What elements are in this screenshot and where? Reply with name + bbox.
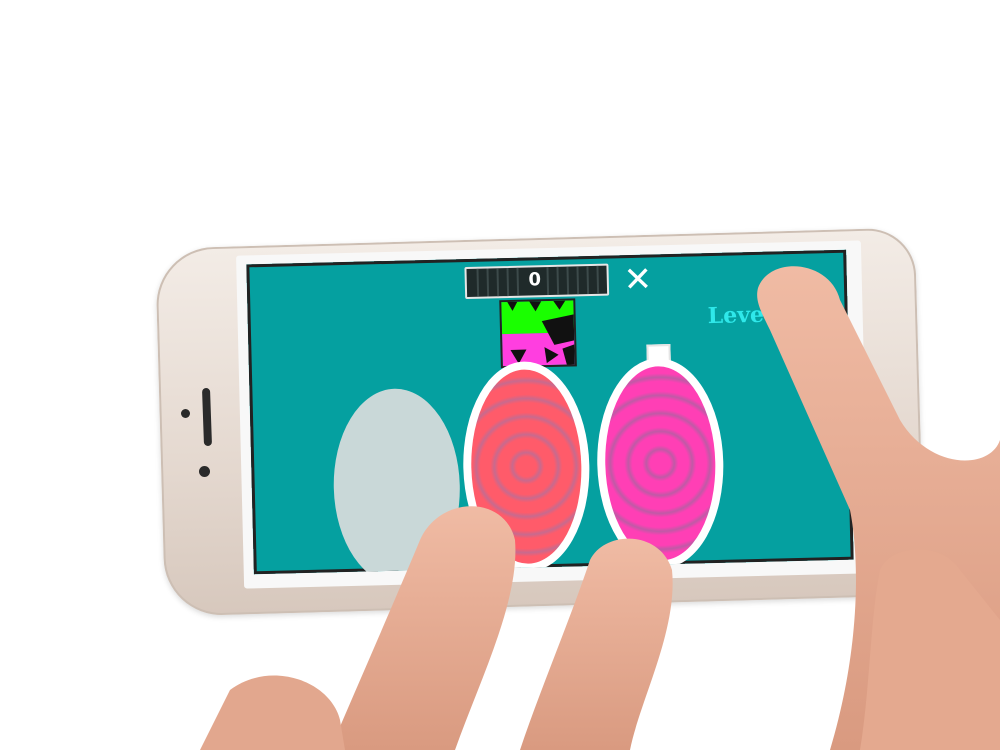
pink-target-plate[interactable] — [594, 356, 726, 570]
score-tick — [546, 266, 550, 296]
score-tick — [576, 266, 580, 295]
close-icon: ✕ — [623, 259, 653, 301]
left-hand-palm — [200, 675, 345, 750]
game-screen[interactable]: 0 ✕ Leve — [246, 249, 854, 575]
score-tick — [596, 265, 600, 294]
photo-stage: 0 ✕ Leve — [0, 0, 1000, 750]
red-target-rings — [468, 368, 584, 565]
score-tick — [496, 268, 500, 297]
phone-sensor — [199, 466, 210, 477]
empty-plate[interactable] — [331, 387, 463, 575]
pink-target-rings — [602, 365, 718, 562]
score-value: 0 — [528, 269, 542, 291]
close-button[interactable]: ✕ — [622, 259, 653, 300]
falling-piece[interactable] — [499, 298, 577, 369]
score-tick — [516, 267, 520, 296]
piece-pattern-icon — [501, 300, 575, 367]
score-tick — [556, 266, 560, 295]
score-bar: 0 — [464, 263, 610, 300]
red-target-plate[interactable] — [460, 360, 592, 574]
score-tick — [586, 266, 590, 295]
score-tick — [506, 267, 510, 297]
score-tick — [486, 268, 490, 297]
phone-camera — [181, 409, 190, 418]
score-tick — [476, 268, 480, 297]
level-label: Leve — [707, 301, 765, 330]
score-tick — [566, 266, 570, 295]
